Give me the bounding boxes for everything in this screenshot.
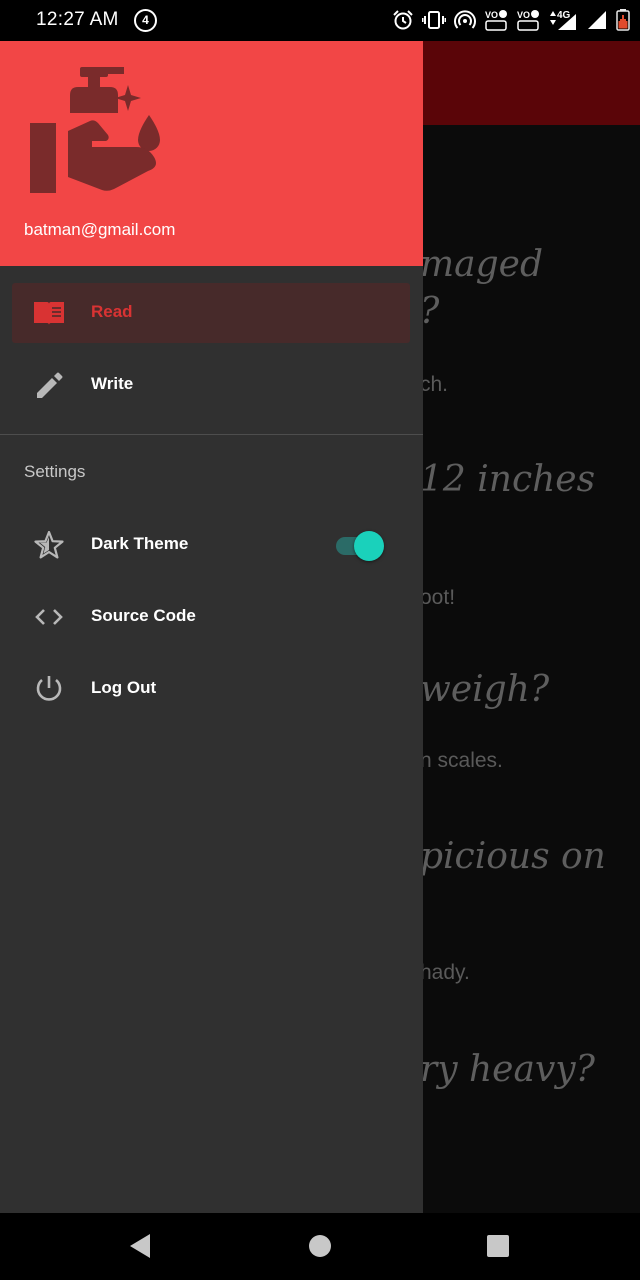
home-icon[interactable] bbox=[308, 1233, 332, 1259]
drawer-divider bbox=[0, 434, 423, 435]
navigation-drawer: batman@gmail.com Read Write Settings Dar… bbox=[0, 41, 423, 1213]
code-icon bbox=[35, 609, 63, 625]
recents-icon[interactable] bbox=[486, 1233, 510, 1259]
back-icon[interactable] bbox=[128, 1233, 154, 1259]
status-icons: VO VO 4G bbox=[392, 8, 630, 32]
signal-4g-icon: 4G bbox=[550, 10, 576, 30]
menu-item-log-out-label: Log Out bbox=[91, 678, 157, 697]
notification-count-badge: 4 bbox=[134, 9, 157, 32]
menu-item-source-code[interactable]: Source Code bbox=[12, 587, 410, 647]
background-question-3: weigh? bbox=[420, 669, 550, 710]
hotspot-icon bbox=[454, 10, 476, 29]
menu-item-dark-theme-label: Dark Theme bbox=[91, 534, 189, 553]
menu-item-write[interactable]: Write bbox=[12, 355, 410, 415]
signal-icon bbox=[588, 11, 606, 29]
menu-item-log-out[interactable]: Log Out bbox=[12, 659, 410, 719]
toggle-thumb bbox=[354, 531, 384, 561]
book-icon bbox=[34, 302, 64, 325]
star-icon bbox=[34, 531, 64, 559]
menu-item-read[interactable]: Read bbox=[12, 283, 410, 343]
status-bar: 12:27 AM 4 VO VO 4G bbox=[0, 0, 640, 41]
alarm-icon bbox=[393, 10, 413, 30]
battery-icon bbox=[616, 9, 630, 31]
settings-section-title: Settings bbox=[24, 462, 86, 481]
background-answer-4: hady. bbox=[420, 961, 470, 984]
background-answer-3: n scales. bbox=[420, 749, 503, 772]
volte-2-icon: VO bbox=[517, 10, 539, 31]
background-answer-1: ch. bbox=[420, 373, 449, 396]
svg-text:VO: VO bbox=[485, 10, 498, 20]
background-question-1a: maged bbox=[420, 244, 543, 285]
user-email: batman@gmail.com bbox=[24, 220, 176, 239]
drawer-header: batman@gmail.com bbox=[0, 41, 423, 266]
background-question-4: picious on bbox=[420, 836, 606, 877]
power-icon bbox=[36, 676, 62, 701]
menu-item-write-label: Write bbox=[91, 374, 134, 393]
pencil-icon bbox=[37, 372, 63, 398]
dark-theme-toggle[interactable] bbox=[334, 529, 386, 563]
background-question-2: 12 inches bbox=[420, 459, 596, 500]
screen: 12:27 AM 4 VO VO 4G maged ? ch. 12 inche… bbox=[0, 0, 640, 1280]
volte-1-icon: VO bbox=[485, 10, 507, 31]
hand-wash-icon bbox=[30, 67, 160, 193]
background-question-5: ry heavy? bbox=[420, 1049, 595, 1090]
vibrate-icon bbox=[422, 11, 446, 29]
background-answer-2: oot! bbox=[420, 586, 456, 609]
status-time: 12:27 AM bbox=[36, 9, 119, 30]
menu-item-read-label: Read bbox=[91, 302, 133, 321]
svg-text:VO: VO bbox=[517, 10, 530, 20]
svg-text:4G: 4G bbox=[557, 10, 571, 21]
system-navigation-bar bbox=[0, 1213, 640, 1280]
menu-item-source-code-label: Source Code bbox=[91, 606, 196, 625]
